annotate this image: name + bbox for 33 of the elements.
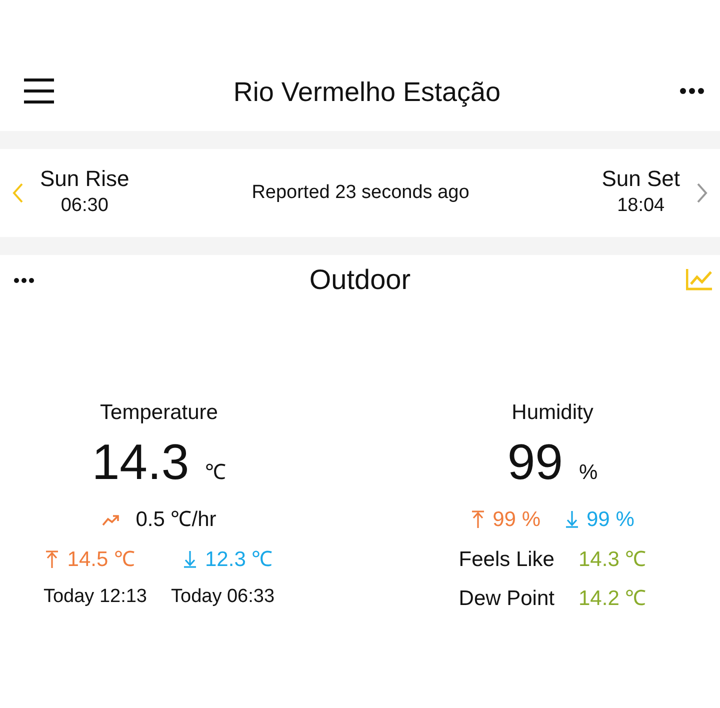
- temperature-value: 14.3: [92, 436, 190, 486]
- humidity-low: 99 %: [586, 507, 634, 533]
- menu-button[interactable]: [24, 78, 54, 104]
- detail-value: 14.3 ℃: [578, 546, 646, 572]
- next-button[interactable]: [696, 183, 708, 203]
- temperature-high: 14.5 ℃: [67, 546, 135, 572]
- sunset-time: 18:04: [617, 194, 665, 218]
- detail-value: 14.2 ℃: [578, 586, 646, 612]
- humidity-label: Humidity: [512, 400, 594, 426]
- low-arrow-icon: [183, 550, 197, 569]
- sunset-label: Sun Set: [602, 166, 680, 192]
- temperature-label: Temperature: [100, 400, 218, 426]
- detail-label: Feels Like: [458, 546, 554, 572]
- more-button[interactable]: [14, 278, 34, 282]
- trend-up-icon: [102, 514, 120, 526]
- low-time: Today 06:33: [171, 585, 275, 609]
- panel-title: Outdoor: [309, 263, 411, 297]
- more-button[interactable]: [680, 88, 704, 94]
- temperature-unit: ℃: [205, 460, 226, 486]
- temperature-low: 12.3 ℃: [205, 546, 273, 572]
- humidity-value: 99: [507, 436, 563, 486]
- humidity-unit: %: [578, 460, 598, 486]
- temperature-trend: 0.5 ℃/hr: [136, 507, 216, 533]
- sunrise-label: Sun Rise: [40, 166, 130, 192]
- high-time: Today 12:13: [43, 585, 147, 609]
- humidity-high: 99 %: [492, 507, 540, 533]
- high-arrow-icon: [470, 510, 485, 530]
- high-arrow-icon: [45, 550, 60, 569]
- report-time: Reported 23 seconds ago: [252, 180, 470, 205]
- sunrise-time: 06:30: [60, 194, 108, 218]
- detail-label: Dew Point: [458, 586, 554, 612]
- window-title: Rio Vermelho Estação: [233, 76, 501, 109]
- low-arrow-icon: [564, 510, 578, 530]
